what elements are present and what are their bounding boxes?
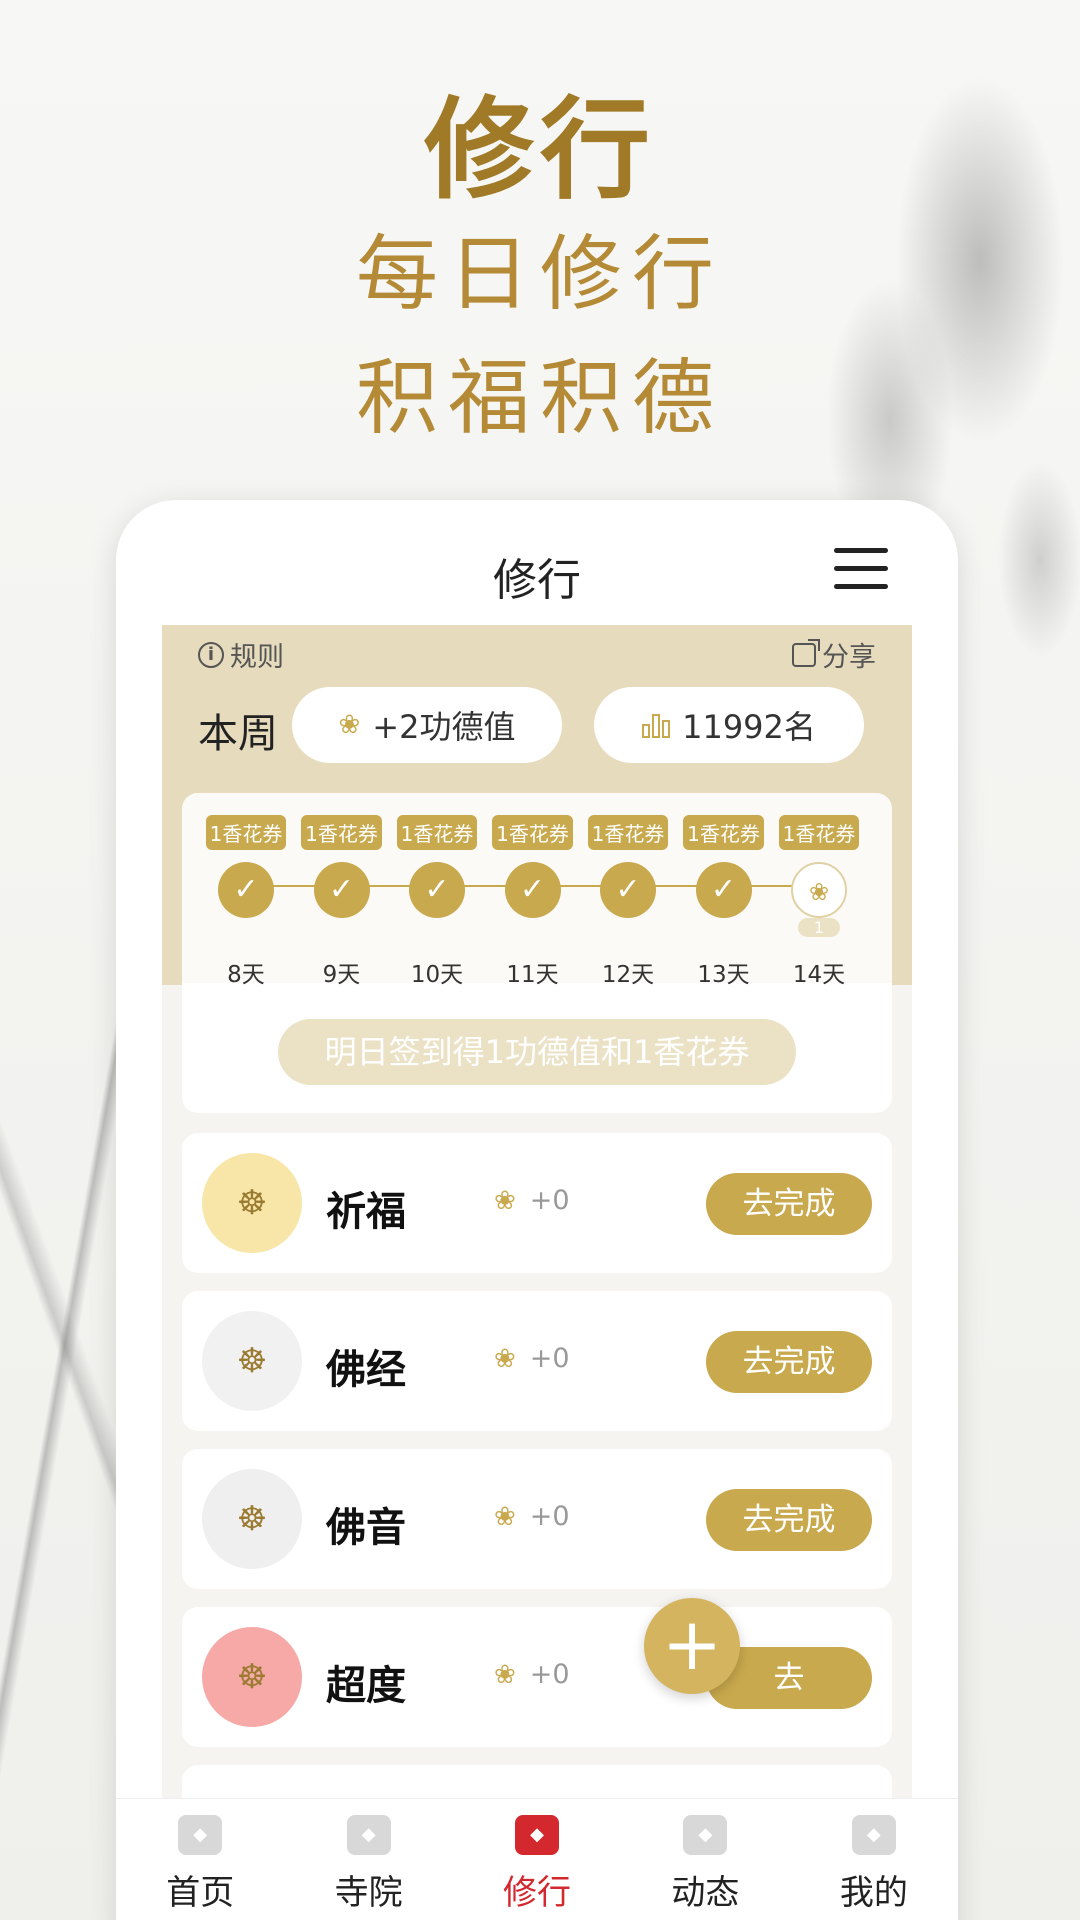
check-icon: ✓ bbox=[409, 862, 465, 918]
check-icon: ✓ bbox=[600, 862, 656, 918]
checkin-day: 1香花券 ✓ 8天 bbox=[198, 815, 294, 988]
coupon-tag: 1香花券 bbox=[492, 815, 573, 850]
feed-icon: ◆ bbox=[683, 1815, 728, 1855]
coupon-tag: 1香花券 bbox=[587, 815, 669, 850]
tab-label: 首页 bbox=[166, 1873, 235, 1913]
profile-icon: ◆ bbox=[851, 1815, 896, 1855]
tab-label: 我的 bbox=[839, 1873, 908, 1913]
day-label: 14天 bbox=[792, 962, 846, 988]
rank-pill[interactable]: 11992名 bbox=[594, 687, 864, 763]
week-summary: 本周 ❀ +2功德值 11992名 bbox=[198, 687, 878, 765]
tomorrow-reward-button[interactable]: 明日签到得1功德值和1香花券 bbox=[278, 1019, 796, 1085]
lotus-icon[interactable]: ❀ bbox=[791, 862, 847, 918]
coupon-tag: 1香花券 bbox=[301, 815, 382, 850]
day-label: 9天 bbox=[322, 962, 361, 988]
tab-0[interactable]: ◆ 首页 bbox=[116, 1799, 284, 1920]
checkin-day: 1香花券 ✓ 13天 bbox=[676, 815, 772, 988]
lotus-icon: ❀ bbox=[494, 1501, 516, 1532]
rules-link[interactable]: i 规则 bbox=[198, 635, 284, 674]
hero-line-1: 每日修行 bbox=[355, 227, 724, 322]
tab-label: 动态 bbox=[671, 1873, 740, 1913]
task-complete-button[interactable]: 去完成 bbox=[706, 1489, 872, 1551]
share-label: 分享 bbox=[822, 642, 876, 673]
tab-1[interactable]: ◆ 寺院 bbox=[284, 1799, 452, 1920]
day-label: 11天 bbox=[506, 962, 559, 988]
checkin-day: 1香花券 ✓ 12天 bbox=[580, 815, 676, 988]
day-label: 8天 bbox=[227, 962, 265, 988]
merit-value: +2功德值 bbox=[372, 708, 516, 746]
checkin-day: 1香花券 ✓ 9天 bbox=[294, 815, 390, 988]
home-gate-icon: ◆ bbox=[178, 1815, 223, 1855]
task-row: ☸ 佛经 ❀ +0 去完成 bbox=[182, 1291, 892, 1431]
task-merit-value: +0 bbox=[529, 1185, 570, 1216]
merit-pill[interactable]: ❀ +2功德值 bbox=[292, 687, 562, 763]
task-merit-value: +0 bbox=[529, 1343, 570, 1374]
check-icon: ✓ bbox=[218, 862, 274, 918]
coupon-tag: 1香花券 bbox=[396, 815, 478, 850]
check-icon: ✓ bbox=[695, 862, 752, 918]
lotus-icon: ❀ bbox=[494, 1185, 516, 1216]
ranking-bars-icon bbox=[642, 712, 671, 738]
task-merit-value: +0 bbox=[529, 1659, 570, 1690]
hero-title: 修行 bbox=[424, 85, 656, 214]
task-row: ☸ 佛音 ❀ +0 去完成 bbox=[182, 1449, 892, 1589]
hero-line-2: 积福积德 bbox=[355, 351, 724, 446]
day-label: 10天 bbox=[410, 962, 464, 988]
rules-share-row: i 规则 分享 bbox=[198, 635, 876, 675]
checkin-card: 1香花券 ✓ 8天 1香花券 ✓ 9天 1香花券 ✓ 10天 1香花券 ✓ 11天 1香花券 ✓ 12天 1香… bbox=[182, 793, 892, 1113]
task-name: 超度 bbox=[326, 1663, 406, 1709]
checkin-day: 1香花券 ✓ 10天 bbox=[389, 815, 485, 988]
task-merit: ❀ +0 bbox=[494, 1659, 570, 1690]
rules-label: 规则 bbox=[230, 642, 284, 673]
day-badge: 1 bbox=[797, 918, 841, 937]
add-fab-button[interactable]: + bbox=[644, 1598, 740, 1694]
info-icon: i bbox=[198, 641, 224, 668]
tab-4[interactable]: ◆ 我的 bbox=[790, 1799, 958, 1920]
coupon-tag: 1香花券 bbox=[778, 815, 860, 850]
task-complete-button[interactable]: 去完成 bbox=[706, 1173, 872, 1235]
lotus-icon: ❀ bbox=[338, 710, 361, 740]
task-merit-value: +0 bbox=[529, 1501, 570, 1532]
hero-banner: 修行 每日修行 积福积德 bbox=[0, 90, 1080, 458]
main-content: i 规则 分享 本周 ❀ +2功德值 11992名 1香花券 ✓ 8天 1香花券 ✓ 9天… bbox=[162, 625, 912, 1920]
lotus-icon: ❀ bbox=[494, 1343, 516, 1374]
task-name: 祈福 bbox=[326, 1189, 406, 1235]
practice-icon: ◆ bbox=[515, 1815, 560, 1855]
day-label: 13天 bbox=[697, 962, 750, 988]
task-row: ☸ 祈福 ❀ +0 去完成 bbox=[182, 1133, 892, 1273]
task-merit: ❀ +0 bbox=[494, 1501, 570, 1532]
task-name: 佛音 bbox=[326, 1505, 406, 1551]
task-merit: ❀ +0 bbox=[494, 1343, 570, 1374]
task-row: ☸ 超度 ❀ +0 去 bbox=[182, 1607, 892, 1747]
tab-label: 修行 bbox=[503, 1873, 572, 1913]
temple-icon: ◆ bbox=[346, 1815, 391, 1855]
week-label: 本周 bbox=[198, 711, 278, 757]
tab-label: 寺院 bbox=[334, 1873, 403, 1913]
check-icon: ✓ bbox=[504, 862, 561, 918]
task-name: 佛经 bbox=[326, 1347, 406, 1393]
share-icon bbox=[792, 638, 820, 667]
share-link[interactable]: 分享 bbox=[792, 635, 876, 674]
memorial-tablet-icon: ☸ bbox=[202, 1627, 302, 1727]
buddhist-music-icon: ☸ bbox=[202, 1469, 302, 1569]
sutra-book-icon: ☸ bbox=[202, 1311, 302, 1411]
phone-screen: 修行 i 规则 分享 本周 ❀ +2功德值 11992名 1香花券 ✓ 8天 1… bbox=[116, 500, 958, 1920]
bottom-tab-bar: ◆ 首页 ◆ 寺院 ◆ 修行 ◆ 动态 ◆ 我的 bbox=[116, 1798, 958, 1920]
task-complete-button[interactable]: 去完成 bbox=[706, 1331, 872, 1393]
tab-2[interactable]: ◆ 修行 bbox=[453, 1799, 621, 1920]
hamburger-menu-icon[interactable] bbox=[834, 548, 888, 592]
check-icon: ✓ bbox=[313, 862, 370, 918]
coupon-tag: 1香花券 bbox=[205, 815, 287, 850]
rank-value: 11992名 bbox=[682, 708, 816, 746]
prayer-icon: ☸ bbox=[202, 1153, 302, 1253]
tab-3[interactable]: ◆ 动态 bbox=[621, 1799, 789, 1920]
checkin-day: 1香花券 ✓ 11天 bbox=[485, 815, 581, 988]
task-merit: ❀ +0 bbox=[494, 1185, 570, 1216]
top-bar: 修行 bbox=[116, 500, 958, 625]
page-title: 修行 bbox=[493, 555, 581, 606]
day-label: 12天 bbox=[601, 962, 655, 988]
coupon-tag: 1香花券 bbox=[683, 815, 764, 850]
checkin-day: 1香花券 ❀ 1 14天 bbox=[771, 815, 867, 988]
lotus-icon: ❀ bbox=[494, 1659, 516, 1690]
